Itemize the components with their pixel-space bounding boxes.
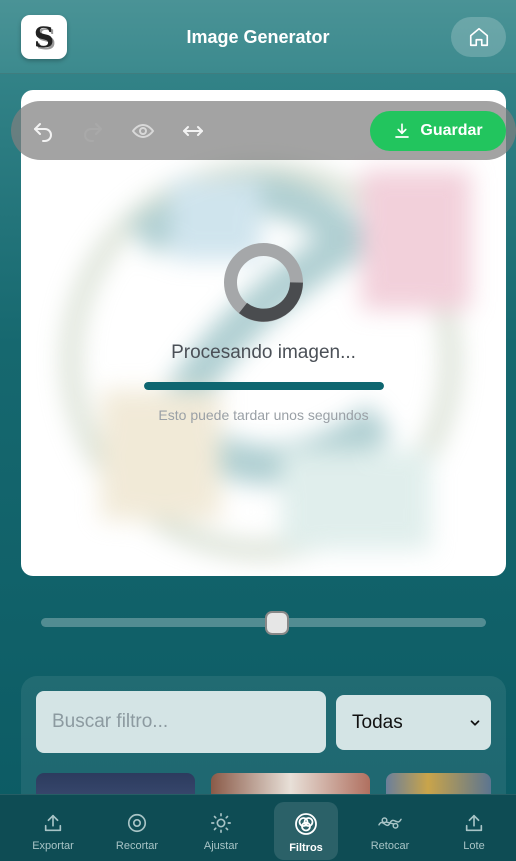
upload-icon: [44, 814, 62, 832]
nav-label: Recortar: [115, 840, 159, 852]
nav-item-ajustar[interactable]: Ajustar: [189, 802, 253, 860]
nav-item-retocar[interactable]: Retocar: [358, 802, 422, 860]
batch-upload-icon: [465, 814, 483, 832]
nav-label: Exportar: [32, 840, 74, 852]
home-button[interactable]: [451, 17, 506, 57]
bottom-nav: Exportar Recortar Ajustar Filtros Retoca…: [0, 794, 516, 861]
processing-hint: Esto puede tardar unos segundos: [158, 407, 369, 423]
redo-icon[interactable]: [81, 119, 105, 143]
nav-label: Ajustar: [203, 840, 239, 852]
compare-arrows-icon[interactable]: [181, 119, 205, 143]
nav-label: Filtros: [289, 842, 323, 854]
filters-icon: [295, 813, 317, 835]
compare-slider-track[interactable]: [41, 618, 486, 627]
nav-item-filtros[interactable]: Filtros: [274, 802, 338, 860]
nav-item-exportar[interactable]: Exportar: [21, 802, 85, 860]
image-canvas[interactable]: [21, 90, 506, 576]
progress-bar: [144, 382, 384, 390]
download-icon: [395, 123, 410, 138]
nav-label: Retocar: [370, 840, 410, 852]
nav-item-lote[interactable]: Lote: [442, 802, 506, 860]
compare-slider-thumb[interactable]: [264, 611, 289, 635]
progress-fill: [144, 382, 384, 390]
home-icon: [469, 27, 488, 47]
app-header: S Image Generator: [0, 0, 516, 74]
eye-icon[interactable]: [131, 119, 155, 143]
chevron-down-icon: [470, 719, 480, 726]
sun-icon: [211, 813, 231, 833]
filter-category-value: Todas: [352, 711, 403, 733]
nav-item-recortar[interactable]: Recortar: [105, 802, 169, 860]
loading-spinner: [224, 243, 303, 322]
blurred-image-preview: [21, 90, 506, 576]
processing-message: Procesando imagen...: [171, 342, 356, 363]
save-label: Guardar: [420, 122, 483, 139]
undo-icon[interactable]: [31, 119, 55, 143]
nav-label: Lote: [463, 840, 485, 852]
filter-category-select[interactable]: Todas: [336, 695, 491, 750]
page-title: Image Generator: [186, 27, 330, 47]
crop-circle-icon: [127, 813, 147, 833]
save-button[interactable]: Guardar: [370, 111, 506, 151]
filter-search-input[interactable]: [36, 691, 326, 753]
retouch-icon: [378, 817, 402, 829]
